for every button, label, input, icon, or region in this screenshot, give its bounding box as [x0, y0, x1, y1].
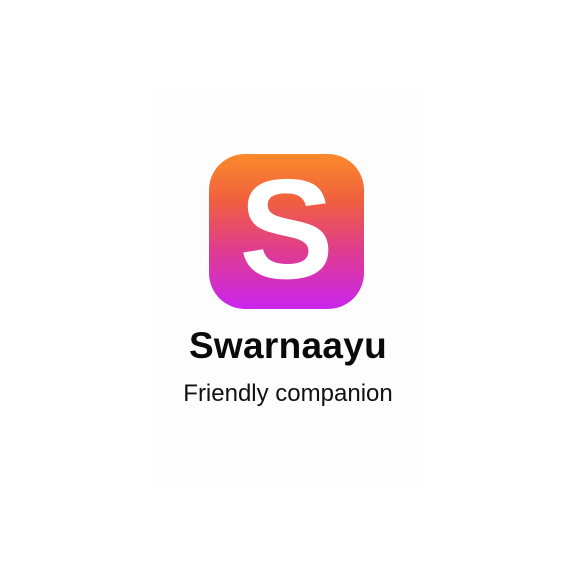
app-logo-letter: S: [239, 154, 334, 309]
app-name: Swarnaayu: [188, 325, 388, 366]
app-logo-icon: S: [209, 154, 364, 309]
splash-screen: S Swarnaayu Friendly companion: [0, 0, 576, 576]
app-tagline: Friendly companion: [183, 380, 393, 407]
